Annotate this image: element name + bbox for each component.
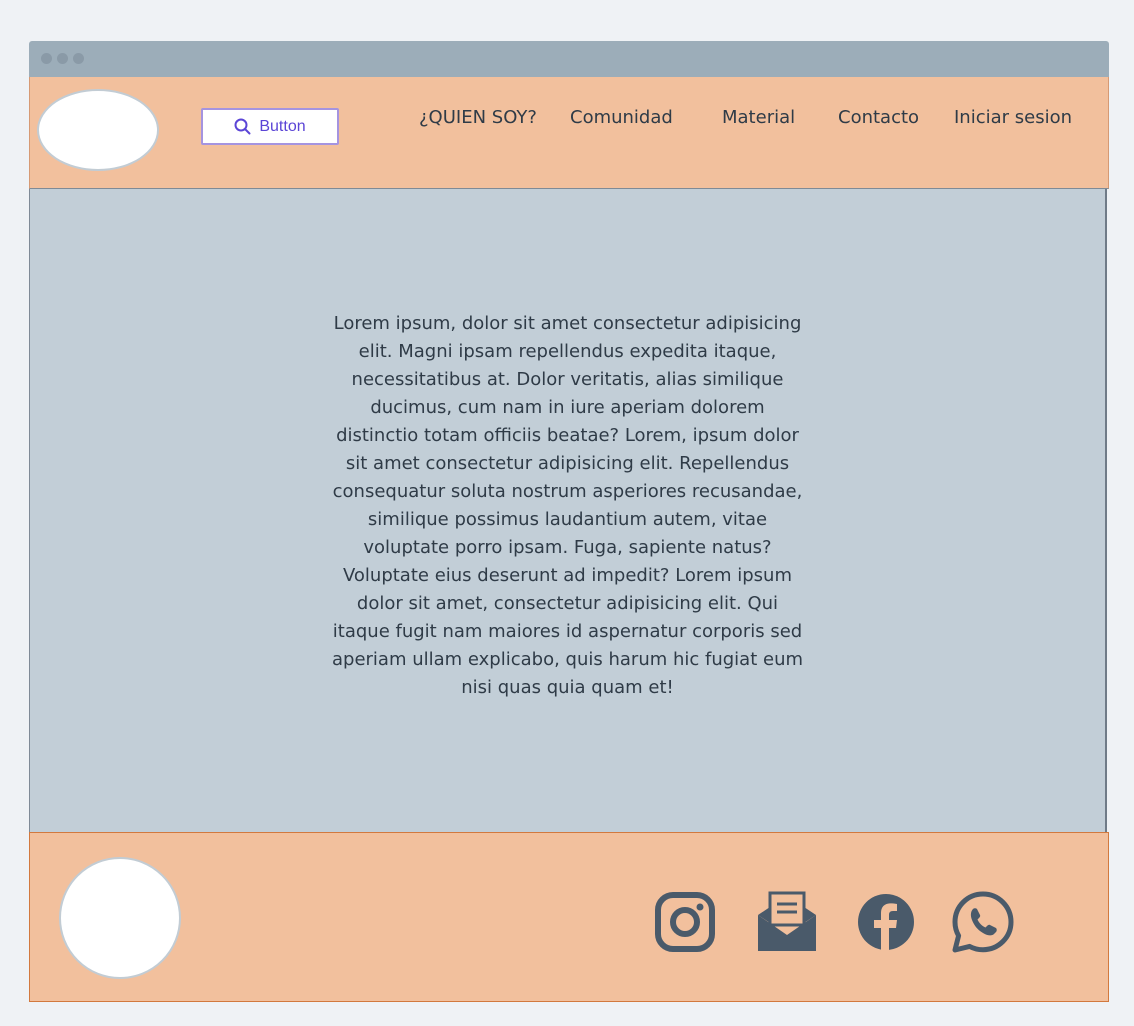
whatsapp-icon[interactable] (952, 891, 1014, 953)
nav-item-iniciar-sesion[interactable]: Iniciar sesion (954, 107, 1072, 128)
site-footer (29, 832, 1109, 1002)
mail-icon[interactable] (756, 891, 818, 953)
footer-logo-placeholder[interactable] (59, 857, 181, 979)
browser-window: Button ¿QUIEN SOY? Comunidad Material Co… (29, 41, 1109, 1002)
window-titlebar (29, 41, 1109, 77)
site-header: Button ¿QUIEN SOY? Comunidad Material Co… (29, 77, 1109, 189)
nav-item-comunidad[interactable]: Comunidad (570, 107, 673, 128)
nav-item-contacto[interactable]: Contacto (838, 107, 919, 128)
main-content: Lorem ipsum, dolor sit amet consectetur … (29, 189, 1107, 832)
window-control-dot[interactable] (73, 53, 84, 64)
window-control-dot[interactable] (41, 53, 52, 64)
body-text: Lorem ipsum, dolor sit amet consectetur … (331, 313, 804, 698)
nav-item-quien-soy[interactable]: ¿QUIEN SOY? (419, 107, 537, 128)
nav-item-material[interactable]: Material (722, 107, 795, 128)
main-nav: ¿QUIEN SOY? Comunidad Material Contacto … (30, 107, 1108, 131)
instagram-icon[interactable] (654, 891, 716, 953)
facebook-icon[interactable] (855, 891, 917, 953)
window-control-dot[interactable] (57, 53, 68, 64)
